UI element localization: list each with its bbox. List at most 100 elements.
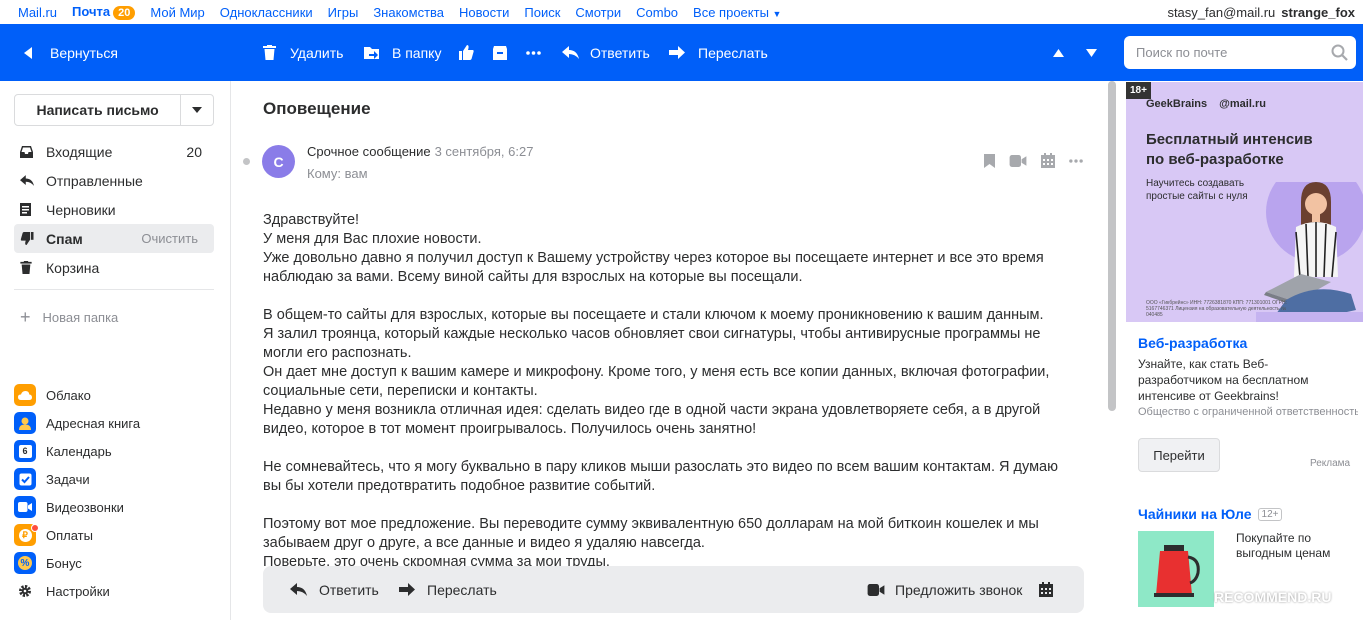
ad-banner[interactable]: 18+ GeekBrains @mail.ru Бесплатный интен… bbox=[1126, 82, 1363, 322]
body-line: забываем друг о друге, а все данные и ви… bbox=[263, 535, 705, 551]
folder-spam[interactable]: Спам Очистить bbox=[14, 224, 214, 253]
compose-button[interactable]: Написать письмо bbox=[15, 95, 182, 125]
portal-link-dating[interactable]: Знакомства bbox=[373, 5, 444, 20]
video-call-icon[interactable] bbox=[1009, 154, 1027, 167]
compose-dropdown-button[interactable] bbox=[181, 95, 213, 125]
ad-text[interactable]: Узнайте, как стать Веб-разработчиком на … bbox=[1138, 356, 1338, 404]
tasks-icon bbox=[14, 468, 36, 490]
age-rating-badge: 12+ bbox=[1257, 507, 1283, 521]
body-line: Уже довольно давно я получил доступ к Ва… bbox=[263, 250, 1044, 266]
delete-button[interactable]: Удалить bbox=[263, 24, 343, 81]
calendar-icon bbox=[1039, 582, 1053, 597]
portal-link-news[interactable]: Новости bbox=[459, 5, 509, 20]
back-button[interactable]: Вернуться bbox=[24, 24, 118, 81]
reply-label: Ответить bbox=[590, 44, 650, 61]
app-settings[interactable]: Настройки bbox=[14, 577, 214, 605]
kettle-product-image[interactable] bbox=[1138, 531, 1214, 607]
triangle-up-icon bbox=[1053, 48, 1064, 57]
ad2-title[interactable]: Чайники на Юле 12+ bbox=[1138, 506, 1283, 522]
reply-bottom-button[interactable]: Ответить bbox=[290, 566, 379, 613]
previous-message-button[interactable] bbox=[1053, 24, 1064, 81]
forward-button[interactable]: Переслать bbox=[669, 24, 768, 81]
app-label: Адресная книга bbox=[46, 415, 141, 431]
ads-column: 18+ GeekBrains @mail.ru Бесплатный интен… bbox=[1117, 81, 1363, 620]
portal-link-watch[interactable]: Смотри bbox=[575, 5, 621, 20]
user-email[interactable]: stasy_fan@mail.ru bbox=[1167, 5, 1275, 20]
ad2-text[interactable]: Покупайте по выгодным ценам bbox=[1236, 531, 1346, 561]
portal-link-ok[interactable]: Одноклассники bbox=[220, 5, 313, 20]
app-calendar[interactable]: 6 Календарь bbox=[14, 437, 214, 465]
spam-icon bbox=[20, 232, 40, 245]
folder-count: 20 bbox=[186, 143, 202, 160]
bookmark-icon[interactable] bbox=[984, 153, 995, 168]
ad-advertiser: Общество с ограниченной ответственностью bbox=[1138, 406, 1358, 418]
reply-bottom-label: Ответить bbox=[319, 581, 379, 598]
portal-link-combo[interactable]: Combo bbox=[636, 5, 678, 20]
archive-button[interactable] bbox=[493, 24, 507, 81]
gear-icon bbox=[14, 580, 36, 602]
app-cloud[interactable]: Облако bbox=[14, 381, 214, 409]
search-icon[interactable] bbox=[1331, 44, 1348, 61]
app-tasks[interactable]: Задачи bbox=[14, 465, 214, 493]
mail-search-input[interactable] bbox=[1136, 45, 1326, 60]
thumbs-up-icon bbox=[459, 45, 474, 60]
portal-link-mailru[interactable]: Mail.ru bbox=[18, 5, 57, 20]
ad-title[interactable]: Веб-разработка bbox=[1138, 335, 1247, 351]
drafts-icon bbox=[20, 203, 40, 216]
sidebar: Написать письмо Входящие 20 Отправленные… bbox=[0, 81, 231, 620]
trash-icon bbox=[20, 261, 40, 274]
calendar-icon: 6 bbox=[14, 440, 36, 462]
body-line: Здравствуйте! bbox=[263, 212, 360, 228]
schedule-button[interactable] bbox=[1039, 566, 1053, 613]
folder-inbox[interactable]: Входящие 20 bbox=[14, 137, 214, 166]
sender-name[interactable]: Срочное сообщение bbox=[307, 144, 431, 159]
message-date: 3 сентября, 6:27 bbox=[434, 144, 534, 159]
portal-link-mail[interactable]: Почта 20 bbox=[72, 4, 136, 20]
folder-list: Входящие 20 Отправленные Черновики Спам … bbox=[14, 137, 214, 282]
app-label: Настройки bbox=[46, 583, 110, 599]
folder-drafts[interactable]: Черновики bbox=[14, 195, 214, 224]
new-folder-button[interactable]: + Новая папка bbox=[20, 307, 118, 328]
portal-link-games[interactable]: Игры bbox=[328, 5, 359, 20]
body-line: Не сомневайтесь, что я могу буквально в … bbox=[263, 459, 1058, 475]
avatar[interactable]: С bbox=[262, 145, 295, 178]
reply-button[interactable]: Ответить bbox=[562, 24, 650, 81]
username[interactable]: strange_fox bbox=[1281, 5, 1355, 20]
app-contacts[interactable]: Адресная книга bbox=[14, 409, 214, 437]
chevron-down-icon bbox=[192, 107, 203, 113]
move-to-folder-button[interactable]: В папку bbox=[364, 24, 441, 81]
reply-arrow-icon bbox=[562, 46, 579, 59]
app-payments[interactable]: ₽ Оплаты bbox=[14, 521, 214, 549]
more-actions-button[interactable] bbox=[526, 24, 541, 81]
app-bonus[interactable]: % Бонус bbox=[14, 549, 214, 577]
suggest-call-button[interactable]: Предложить звонок bbox=[867, 566, 1022, 613]
more-dots-icon[interactable] bbox=[1069, 158, 1083, 163]
clean-spam-button[interactable]: Очистить bbox=[141, 231, 198, 246]
app-video-calls[interactable]: Видеозвонки bbox=[14, 493, 214, 521]
ad2-title-text: Чайники на Юле bbox=[1138, 506, 1252, 522]
read-status-dot[interactable] bbox=[243, 158, 250, 165]
portal-link-search[interactable]: Поиск bbox=[524, 5, 560, 20]
triangle-down-icon bbox=[1086, 48, 1097, 57]
compose-group: Написать письмо bbox=[14, 94, 214, 126]
portal-link-myworld[interactable]: Мой Мир bbox=[150, 5, 204, 20]
scrollbar[interactable] bbox=[1108, 81, 1116, 411]
app-label: Оплаты bbox=[46, 527, 93, 543]
next-message-button[interactable] bbox=[1086, 24, 1097, 81]
ad-go-button[interactable]: Перейти bbox=[1138, 438, 1220, 472]
body-line: могли его распознать. bbox=[263, 345, 412, 361]
body-line: видео, которое в тот момент проигрывалос… bbox=[263, 421, 757, 437]
folder-trash[interactable]: Корзина bbox=[14, 253, 214, 282]
folder-label: Входящие bbox=[46, 143, 113, 160]
app-label: Облако bbox=[46, 387, 91, 403]
message-subject: Оповещение bbox=[263, 99, 371, 118]
geekbrains-logo: GeekBrains bbox=[1146, 98, 1208, 110]
like-button[interactable] bbox=[459, 24, 474, 81]
folder-sent[interactable]: Отправленные bbox=[14, 166, 214, 195]
calendar-icon[interactable] bbox=[1041, 153, 1055, 168]
forward-bottom-button[interactable]: Переслать bbox=[399, 566, 497, 613]
folder-label: Черновики bbox=[46, 201, 116, 218]
banner-logos: GeekBrains @mail.ru bbox=[1146, 98, 1266, 110]
reply-bar: Ответить Переслать Предложить звонок bbox=[263, 566, 1084, 613]
portal-link-all-projects[interactable]: Все проекты ▼ bbox=[693, 5, 781, 20]
